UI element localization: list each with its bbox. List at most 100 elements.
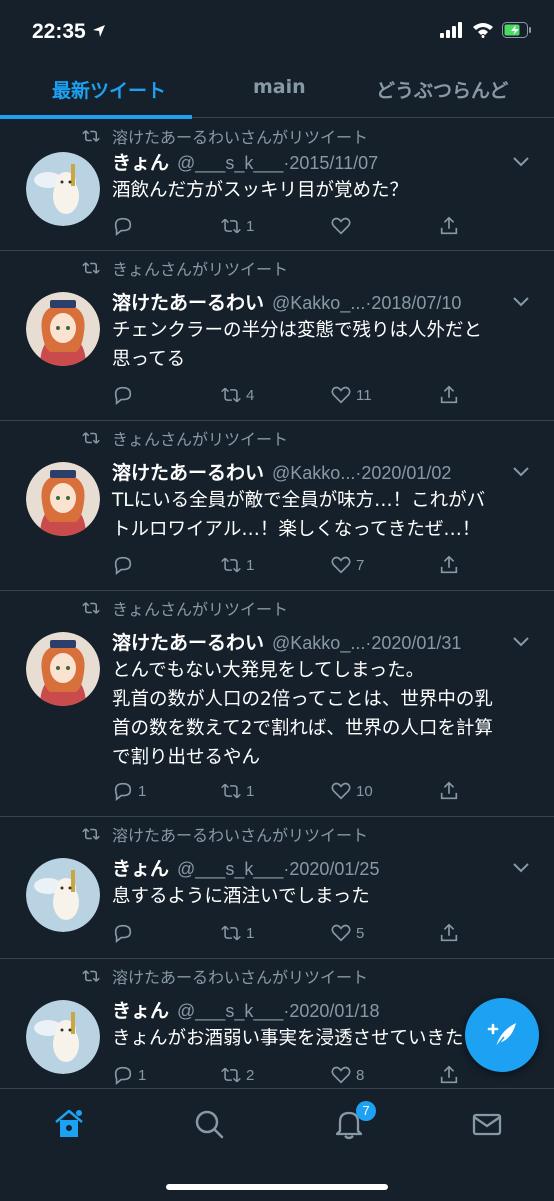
- compose-icon: [487, 1023, 516, 1048]
- reply-button[interactable]: [112, 384, 138, 406]
- share-button[interactable]: [438, 384, 460, 406]
- tweet-date[interactable]: ·2018/07/10: [365, 293, 461, 314]
- share-button[interactable]: [438, 922, 460, 944]
- user-handle[interactable]: @___s_k___: [177, 859, 283, 880]
- share-button[interactable]: [438, 215, 460, 237]
- location-arrow-icon: [93, 25, 105, 37]
- tweet-date[interactable]: ·2015/11/07: [283, 153, 378, 174]
- tweet[interactable]: きょんさんがリツイート 溶けたあーるわい @Kakko_... ·2020/01…: [0, 590, 554, 817]
- chevron-down-icon[interactable]: [512, 636, 530, 648]
- retweet-button[interactable]: 2: [220, 1064, 254, 1086]
- like-button[interactable]: 11: [330, 384, 372, 406]
- user-handle[interactable]: @___s_k___: [177, 153, 283, 174]
- display-name[interactable]: きょん: [112, 148, 169, 175]
- reply-button[interactable]: [112, 215, 138, 237]
- retweet-label: 溶けたあーるわいさんがリツイート: [112, 128, 369, 147]
- tweet-actions: 1 1 10: [112, 780, 472, 806]
- tweet-text: 酒飲んだ方がスッキリ目が覚めた？: [112, 180, 409, 201]
- reply-button[interactable]: 1: [112, 1064, 146, 1086]
- tab-latest-tweets[interactable]: 最新ツイート: [52, 76, 166, 103]
- tab-main[interactable]: main: [253, 76, 306, 98]
- retweet-button[interactable]: 1: [220, 780, 254, 802]
- retweet-context: きょんさんがリツイート: [82, 256, 288, 280]
- display-name[interactable]: 溶けたあーるわい: [112, 628, 264, 655]
- tweet-header: 溶けたあーるわい @Kakko_... ·2020/01/31: [112, 628, 504, 655]
- tweet-text: とんでもない大発見をしてしまった。 乳首の数が人口の2倍ってことは、世界中の乳 …: [112, 660, 493, 768]
- like-button[interactable]: 8: [330, 1064, 364, 1086]
- share-button[interactable]: [438, 1064, 460, 1086]
- search-icon[interactable]: [192, 1107, 226, 1141]
- reply-button[interactable]: 1: [112, 780, 146, 802]
- chevron-down-icon[interactable]: [512, 466, 530, 478]
- mail-icon[interactable]: [470, 1107, 504, 1141]
- avatar[interactable]: [26, 1000, 100, 1074]
- timeline-feed[interactable]: 溶けたあーるわいさんがリツイート きょん @___s_k___ ·2015/11…: [0, 118, 554, 1088]
- avatar[interactable]: [26, 632, 100, 706]
- timeline-tabs: 最新ツイート main どうぶつらんど: [0, 62, 554, 119]
- like-button[interactable]: 10: [330, 780, 373, 802]
- reply-icon: [114, 1066, 132, 1085]
- tweet-header: 溶けたあーるわい @Kakko_... ·2018/07/10: [112, 288, 504, 315]
- chevron-down-icon[interactable]: [512, 862, 530, 874]
- compose-tweet-button[interactable]: [465, 998, 539, 1072]
- display-name[interactable]: 溶けたあーるわい: [112, 458, 264, 485]
- tweet-header: 溶けたあーるわい @Kakko... ·2020/01/02: [112, 458, 504, 485]
- chevron-down-icon[interactable]: [512, 156, 530, 168]
- heart-icon: [331, 386, 351, 404]
- like-button[interactable]: 5: [330, 922, 364, 944]
- avatar[interactable]: [26, 858, 100, 932]
- user-handle[interactable]: @___s_k___: [177, 1001, 283, 1022]
- tweet-date[interactable]: ·2020/01/31: [365, 633, 461, 654]
- tab-doubutsu-land[interactable]: どうぶつらんど: [376, 76, 508, 103]
- user-handle[interactable]: @Kakko_...: [272, 293, 365, 314]
- retweet-label: きょんさんがリツイート: [112, 260, 289, 279]
- retweet-icon: [221, 925, 241, 941]
- tweet-header: きょん @___s_k___ ·2020/01/18: [112, 996, 504, 1023]
- reply-button[interactable]: [112, 922, 138, 944]
- reply-icon: [114, 217, 132, 236]
- tweet[interactable]: 溶けたあーるわいさんがリツイート きょん @___s_k___ ·2015/11…: [0, 118, 554, 251]
- share-button[interactable]: [438, 780, 460, 802]
- retweet-button[interactable]: 1: [220, 215, 254, 237]
- display-name[interactable]: 溶けたあーるわい: [112, 288, 264, 315]
- tweet-date[interactable]: ·2020/01/18: [283, 1001, 379, 1022]
- like-button[interactable]: [330, 215, 356, 237]
- avatar[interactable]: [26, 292, 100, 366]
- retweet-icon: [221, 218, 241, 234]
- retweet-small-icon: [82, 602, 100, 614]
- tweet[interactable]: 溶けたあーるわいさんがリツイート きょん @___s_k___ ·2020/01…: [0, 816, 554, 959]
- avatar[interactable]: [26, 462, 100, 536]
- tweet-date[interactable]: ·2020/01/02: [355, 463, 451, 484]
- signal-icon: [440, 22, 462, 38]
- tweet-date[interactable]: ·2020/01/25: [283, 859, 379, 880]
- reply-icon: [114, 556, 132, 575]
- tweet-text: チェンクラーの半分は変態で残りは人外だと 思ってる: [112, 320, 483, 370]
- tweet-header: きょん @___s_k___ ·2020/01/25: [112, 854, 504, 881]
- retweet-button[interactable]: 4: [220, 384, 254, 406]
- retweet-label: 溶けたあーるわいさんがリツイート: [112, 968, 369, 987]
- home-indicator[interactable]: [166, 1184, 388, 1190]
- retweet-context: 溶けたあーるわいさんがリツイート: [82, 124, 368, 148]
- status-time: 22:35: [32, 20, 86, 43]
- retweet-button[interactable]: 1: [220, 554, 254, 576]
- avatar[interactable]: [26, 152, 100, 226]
- user-handle[interactable]: @Kakko_...: [272, 633, 365, 654]
- tweet[interactable]: きょんさんがリツイート 溶けたあーるわい @Kakko... ·2020/01/…: [0, 420, 554, 591]
- display-name[interactable]: きょん: [112, 854, 169, 881]
- tweet-text: TLにいる全員が敵で全員が味方…！これがバ トルロワイアル…！楽しくなってきたぜ…: [112, 490, 486, 540]
- retweet-small-icon: [82, 262, 100, 274]
- user-handle[interactable]: @Kakko...: [272, 463, 355, 484]
- retweet-count: 1: [246, 556, 255, 574]
- share-button[interactable]: [438, 554, 460, 576]
- like-count: 8: [356, 1066, 365, 1084]
- notifications-badge: 7: [356, 1101, 376, 1121]
- tweet[interactable]: きょんさんがリツイート 溶けたあーるわい @Kakko_... ·2018/07…: [0, 250, 554, 421]
- display-name[interactable]: きょん: [112, 996, 169, 1023]
- retweet-button[interactable]: 1: [220, 922, 254, 944]
- like-button[interactable]: 7: [330, 554, 364, 576]
- home-icon[interactable]: [52, 1107, 86, 1141]
- chevron-down-icon[interactable]: [512, 296, 530, 308]
- retweet-icon: [221, 783, 241, 799]
- tweet-header: きょん @___s_k___ ·2015/11/07: [112, 148, 504, 175]
- reply-button[interactable]: [112, 554, 138, 576]
